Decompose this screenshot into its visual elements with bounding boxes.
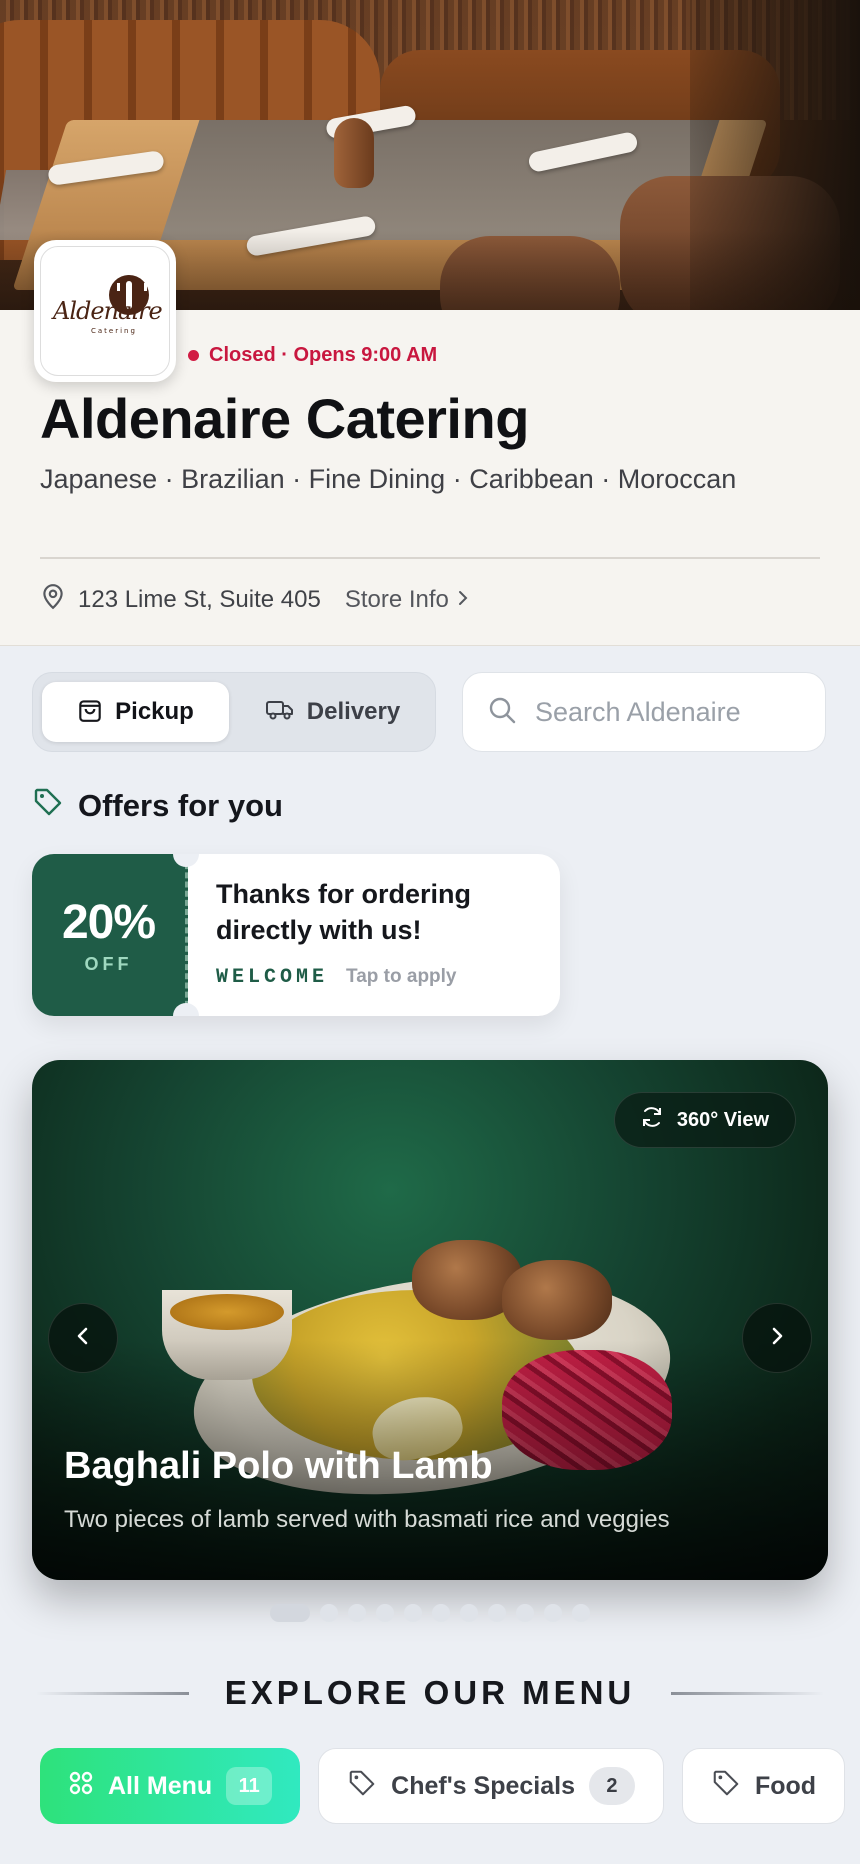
explore-menu-header: EXPLORE OUR MENU xyxy=(36,1668,825,1718)
explore-menu-title: EXPLORE OUR MENU xyxy=(224,1674,636,1711)
search-icon xyxy=(487,695,517,730)
category-chip-food[interactable]: Food xyxy=(681,1748,846,1824)
chevron-left-icon xyxy=(75,1324,91,1353)
360-view-button[interactable]: 360° View xyxy=(613,1092,796,1148)
offers-header: Offers for you xyxy=(32,786,283,826)
logo-subtext: Catering xyxy=(91,327,137,335)
header-divider xyxy=(40,557,820,559)
category-count-badge: 11 xyxy=(226,1767,273,1805)
offer-percent: 20% xyxy=(61,896,156,949)
category-label: Food xyxy=(754,1771,817,1800)
store-info-link[interactable]: Store Info xyxy=(345,586,469,614)
truck-icon xyxy=(265,697,295,728)
category-label: All Menu xyxy=(108,1771,213,1800)
carousel-dot[interactable] xyxy=(376,1604,394,1622)
pickup-label: Pickup xyxy=(115,698,194,725)
offer-card[interactable]: 20% OFF Thanks for ordering directly wit… xyxy=(32,854,560,1016)
store-address: 123 Lime St, Suite 405 xyxy=(78,585,321,613)
offer-off-label: OFF xyxy=(84,954,133,974)
featured-dish-carousel: 360° View Baghali Polo with Lamb Two pie… xyxy=(32,1060,828,1580)
category-chip-chefs-specials[interactable]: Chef's Specials 2 xyxy=(318,1748,664,1824)
chevron-right-icon xyxy=(769,1324,785,1353)
offer-apply-hint: Tap to apply xyxy=(346,966,457,987)
category-chip-all-menu[interactable]: All Menu 11 xyxy=(40,1748,301,1824)
store-status-text: Closed · Opens 9:00 AM xyxy=(209,344,438,366)
store-logo: Aldenaire Catering xyxy=(34,240,176,382)
grid-icon xyxy=(68,1770,94,1803)
shopping-bag-icon xyxy=(77,695,103,730)
menu-category-chips: All Menu 11 Chef's Specials 2 Food xyxy=(40,1748,860,1824)
delivery-button[interactable]: Delivery xyxy=(239,682,426,742)
store-info-label: Store Info xyxy=(344,585,449,613)
carousel-dot[interactable] xyxy=(488,1604,506,1622)
store-status: Closed · Opens 9:00 AM xyxy=(188,344,437,367)
carousel-dot[interactable] xyxy=(516,1604,534,1622)
offer-headline: Thanks for ordering directly with us! xyxy=(216,879,472,945)
carousel-dot[interactable] xyxy=(432,1604,450,1622)
offer-code: WELCOME xyxy=(216,966,329,989)
status-dot xyxy=(188,350,199,361)
store-name: Aldenaire Catering xyxy=(40,387,529,450)
chevron-right-icon xyxy=(457,586,469,614)
featured-dish-title: Baghali Polo with Lamb xyxy=(64,1445,493,1487)
carousel-dot[interactable] xyxy=(348,1604,366,1622)
carousel-dot[interactable] xyxy=(572,1604,590,1622)
tag-icon xyxy=(711,1768,741,1805)
offers-title: Offers for you xyxy=(78,788,283,823)
carousel-dot[interactable] xyxy=(544,1604,562,1622)
pickup-button[interactable]: Pickup xyxy=(42,682,229,742)
carousel-dot[interactable] xyxy=(460,1604,478,1622)
carousel-dot[interactable] xyxy=(320,1604,338,1622)
category-count-badge: 2 xyxy=(588,1767,635,1805)
featured-dish-description: Two pieces of lamb served with basmati r… xyxy=(64,1506,670,1533)
360-view-label: 360° View xyxy=(676,1108,769,1131)
logo-text: Aldenaire xyxy=(53,297,163,325)
tag-icon xyxy=(32,786,64,826)
order-mode-toggle: Pickup Delivery xyxy=(32,672,436,752)
explore-divider-right xyxy=(671,1691,825,1695)
delivery-label: Delivery xyxy=(306,698,401,725)
carousel-dot[interactable] xyxy=(270,1604,310,1622)
rotate-icon xyxy=(639,1104,665,1136)
store-cuisines: Japanese · Brazilian · Fine Dining · Car… xyxy=(40,464,737,494)
location-pin-icon xyxy=(40,582,66,617)
offer-discount-stub: 20% OFF xyxy=(32,854,199,1016)
explore-divider-left xyxy=(36,1691,189,1695)
carousel-dot[interactable] xyxy=(404,1604,422,1622)
category-label: Chef's Specials xyxy=(391,1771,575,1800)
carousel-pagination xyxy=(270,1604,590,1622)
address-row: 123 Lime St, Suite 405 Store Info xyxy=(40,582,469,617)
carousel-prev-button[interactable] xyxy=(48,1303,118,1373)
menu-search xyxy=(462,672,826,752)
tag-icon xyxy=(347,1768,377,1805)
carousel-next-button[interactable] xyxy=(742,1303,812,1373)
search-input[interactable] xyxy=(535,696,765,728)
